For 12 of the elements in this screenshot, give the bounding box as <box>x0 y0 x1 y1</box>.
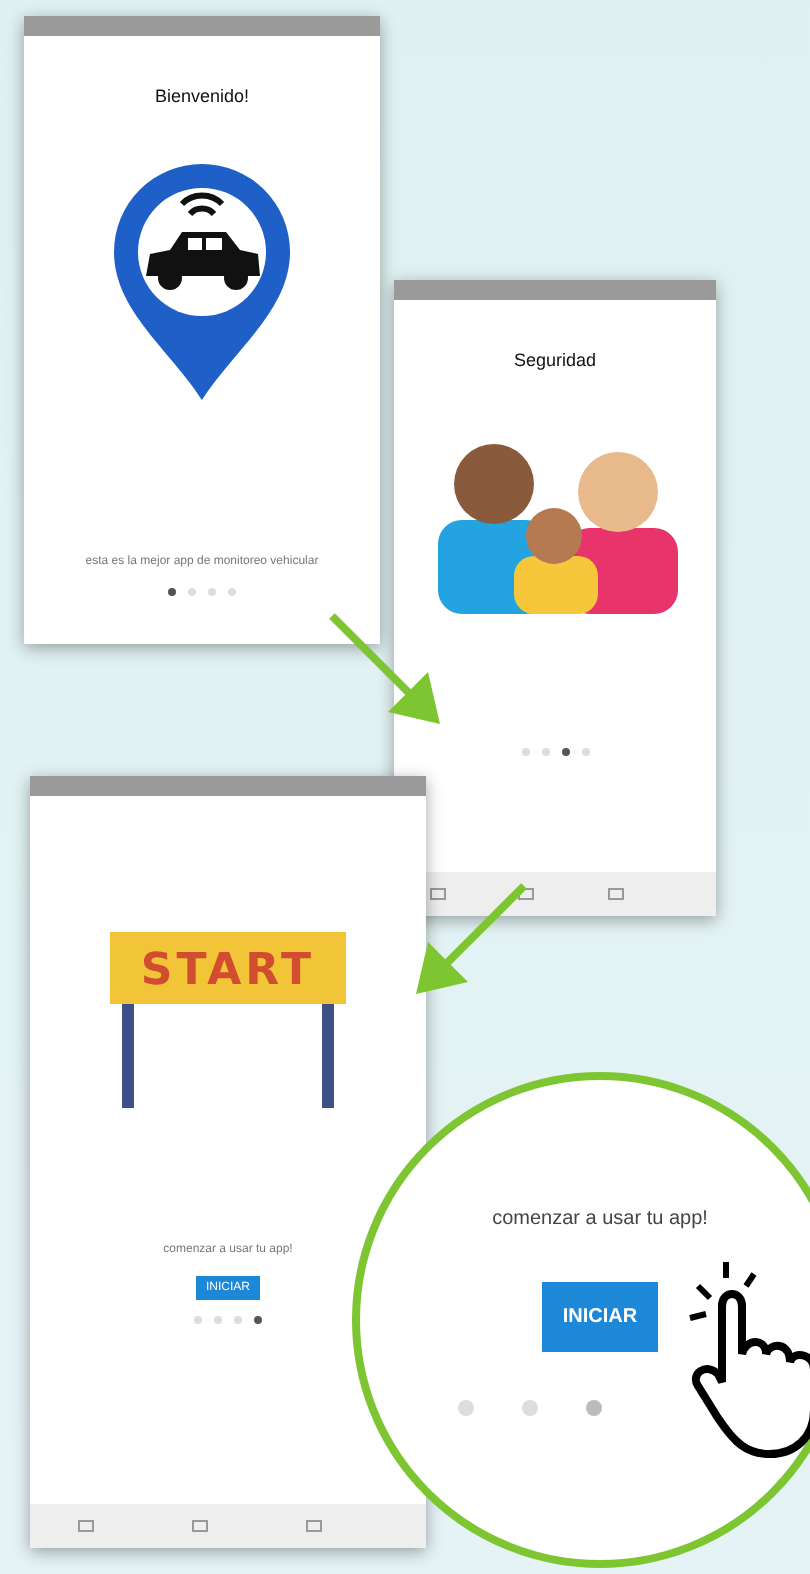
nav-key-icon[interactable] <box>607 887 624 900</box>
nav-key-icon[interactable] <box>518 887 535 900</box>
screen-title: Bienvenido! <box>154 84 250 110</box>
caption-text: comenzar a usar tu app! <box>492 1206 708 1234</box>
start-banner-drawing: START <box>106 928 350 1109</box>
nav-key-icon[interactable] <box>78 1519 95 1532</box>
start-button[interactable]: INICIAR <box>542 1282 658 1352</box>
nav-key-icon[interactable] <box>191 1519 208 1532</box>
nav-key-icon[interactable] <box>305 1519 322 1532</box>
nav-key-icon[interactable] <box>430 887 447 900</box>
car-pin-icon <box>110 159 294 403</box>
screen-title: Seguridad <box>513 348 597 374</box>
